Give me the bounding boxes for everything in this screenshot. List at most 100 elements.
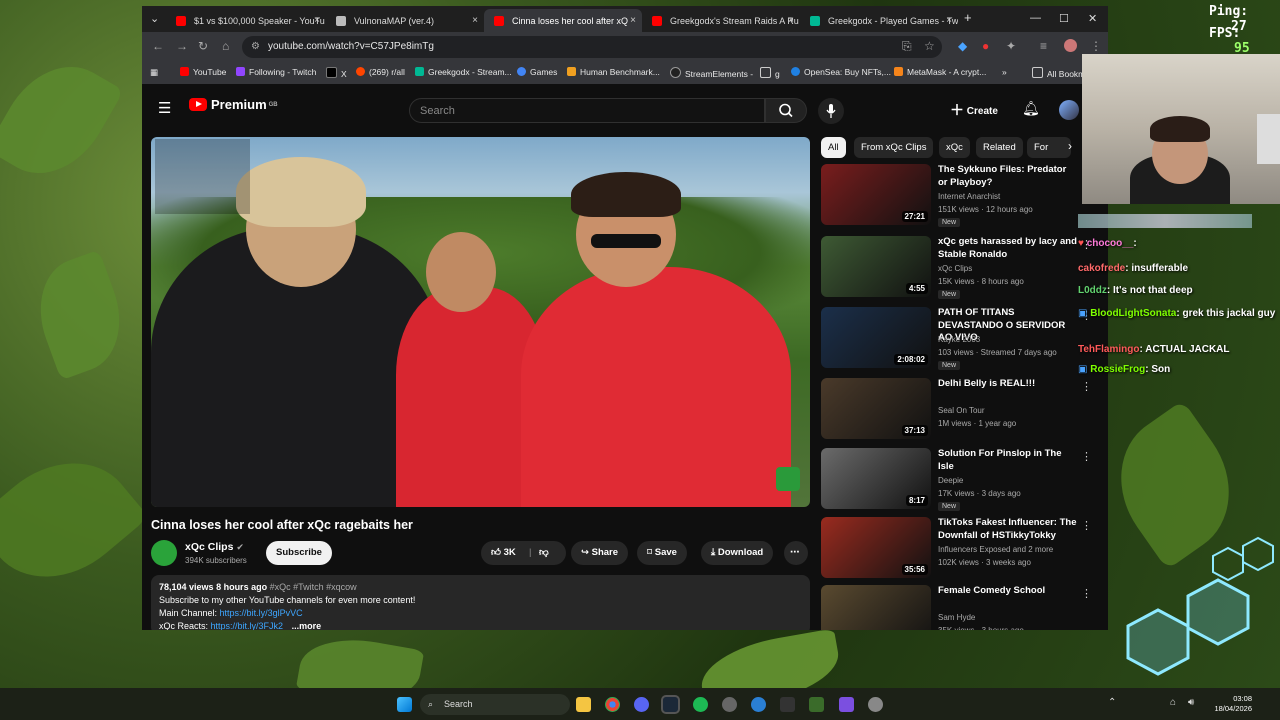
close-icon[interactable]: ×: [314, 15, 320, 26]
chevron-up-icon[interactable]: ⌃: [1108, 697, 1116, 708]
taskbar-search[interactable]: ⌕ Search: [420, 694, 570, 715]
recommended-video[interactable]: 4:55 xQc gets harassed by lacy and Stable…: [821, 236, 1108, 300]
account-avatar[interactable]: [1059, 100, 1079, 120]
recommended-channel[interactable]: Seal On Tour: [938, 406, 985, 415]
recommended-video[interactable]: 35:56 TikToks Fakest Influencer: The Down…: [821, 517, 1108, 581]
youtube-premium-logo[interactable]: Premium GB: [189, 97, 278, 112]
video-thumbnail[interactable]: 4:55: [821, 236, 931, 297]
recommended-video[interactable]: 27:21 The Sykkuno Files: Predator or Play…: [821, 164, 1108, 228]
app-icon[interactable]: [780, 697, 795, 712]
bookmark-twitch[interactable]: Following - Twitch: [236, 67, 316, 77]
video-thumbnail[interactable]: 37:13: [821, 378, 931, 439]
obs-icon[interactable]: [722, 697, 737, 712]
subscribe-button[interactable]: Subscribe: [266, 541, 332, 565]
voice-search-button[interactable]: [818, 98, 844, 124]
recommended-video-title[interactable]: Female Comedy School: [938, 585, 1078, 598]
close-icon[interactable]: ×: [472, 15, 478, 26]
video-description[interactable]: 78,104 views 8 hours ago #xQc #Twitch #x…: [151, 575, 810, 630]
bookmark-folder-g[interactable]: g: [760, 67, 780, 79]
close-icon[interactable]: ×: [946, 15, 952, 26]
media-icon[interactable]: ≡: [1040, 39, 1047, 53]
close-icon[interactable]: ×: [788, 15, 794, 26]
chevron-right-icon[interactable]: ›: [1068, 139, 1072, 153]
apps-icon[interactable]: ▦: [150, 67, 158, 78]
video-thumbnail[interactable]: 27:21: [821, 164, 931, 225]
recommended-video[interactable]: 37:13 Delhi Belly is REAL!!! Seal On Tour 1…: [821, 378, 1108, 442]
more-vertical-icon[interactable]: ⋮: [1081, 587, 1092, 600]
notifications-bell-icon[interactable]: 🔔︎: [1022, 100, 1040, 117]
hashtags[interactable]: #xQc #Twitch #xqcow: [270, 582, 357, 592]
tab-youtube-speaker[interactable]: $1 vs $100,000 Speaker - YouTu ×: [166, 9, 326, 32]
close-icon[interactable]: ×: [630, 15, 636, 26]
chip-xqc[interactable]: xQc: [939, 137, 970, 158]
like-button[interactable]: 👍︎ 3K: [491, 547, 516, 558]
channel-watermark-icon[interactable]: [776, 467, 800, 491]
recommended-channel[interactable]: Kayke 2003: [938, 335, 980, 344]
bookmark-metamask[interactable]: MetaMask - A crypt...: [894, 67, 986, 77]
maximize-button[interactable]: ☐: [1059, 12, 1069, 25]
recommended-video-title[interactable]: Solution For Pinslop in The Isle: [938, 448, 1078, 473]
extensions-icon[interactable]: ✦: [1006, 39, 1016, 53]
chip-for-you[interactable]: For: [1027, 137, 1071, 158]
steam-icon[interactable]: [661, 695, 680, 714]
recommended-video-title[interactable]: Delhi Belly is REAL!!!: [938, 378, 1078, 391]
extension-icon[interactable]: ◆: [958, 39, 967, 53]
bookmark-games[interactable]: Games: [517, 67, 557, 77]
tab-greekgodx-games[interactable]: Greekgodx - Played Games - Tw ×: [800, 9, 958, 32]
app-icon[interactable]: [751, 697, 766, 712]
more-actions-button[interactable]: ⋯: [784, 541, 808, 565]
bookmark-youtube[interactable]: YouTube: [180, 67, 226, 77]
bookmark-star-icon[interactable]: ☆: [924, 39, 935, 53]
more-vertical-icon[interactable]: ⋮: [1081, 380, 1092, 393]
recommended-channel[interactable]: Influencers Exposed and 2 more: [938, 545, 1053, 554]
chip-related[interactable]: Related: [976, 137, 1023, 158]
more-bookmarks-button[interactable]: »: [1002, 67, 1007, 77]
recommended-video-title[interactable]: The Sykkuno Files: Predator or Playboy?: [938, 164, 1078, 189]
bookmark-opensea[interactable]: OpenSea: Buy NFTs,...: [791, 67, 891, 77]
save-button[interactable]: ⌑ Save: [637, 541, 687, 565]
hamburger-menu-icon[interactable]: ☰: [158, 99, 171, 117]
channel-avatar[interactable]: [151, 540, 177, 566]
back-icon[interactable]: ←: [152, 39, 164, 53]
tab-search-icon[interactable]: ⌄: [150, 12, 159, 25]
profile-avatar[interactable]: [1064, 39, 1077, 52]
recommended-channel[interactable]: xQc Clips: [938, 264, 972, 273]
settings-gear-icon[interactable]: [868, 697, 883, 712]
search-input[interactable]: Search: [409, 98, 765, 123]
chrome-icon[interactable]: [605, 697, 620, 712]
extension-icon[interactable]: ●: [982, 39, 989, 53]
menu-icon[interactable]: ⋮: [1090, 39, 1102, 53]
new-tab-button[interactable]: +: [964, 10, 972, 25]
more-vertical-icon[interactable]: ⋮: [1081, 519, 1092, 532]
windows-start-icon[interactable]: [397, 697, 412, 712]
recommended-channel[interactable]: Deepie: [938, 476, 963, 485]
calculator-icon[interactable]: [839, 697, 854, 712]
channel-name[interactable]: xQc Clips ✔: [185, 541, 244, 553]
recommended-video-title[interactable]: TikToks Fakest Influencer: The Downfall …: [938, 517, 1078, 542]
reacts-channel-link[interactable]: https://bit.ly/3FJk2: [211, 621, 284, 630]
recommended-video[interactable]: Female Comedy School Sam Hyde 35K views · …: [821, 585, 1108, 630]
main-channel-link[interactable]: https://bit.ly/3glPvVC: [220, 608, 303, 618]
search-button[interactable]: [765, 98, 807, 123]
recommended-video-title[interactable]: xQc gets harassed by lacy and Stable Ron…: [938, 236, 1078, 261]
video-thumbnail[interactable]: 35:56: [821, 517, 931, 578]
bookmark-x[interactable]: X: [326, 67, 347, 79]
video-thumbnail[interactable]: 8:17: [821, 448, 931, 509]
bookmark-human-benchmark[interactable]: Human Benchmark...: [567, 67, 660, 77]
video-thumbnail[interactable]: [821, 585, 931, 630]
chip-all[interactable]: All: [821, 137, 846, 158]
game-icon[interactable]: [809, 697, 824, 712]
volume-icon[interactable]: 🔊︎: [1188, 697, 1194, 708]
recommended-channel[interactable]: Sam Hyde: [938, 613, 975, 622]
tab-cinna-video[interactable]: Cinna loses her cool after xQ ×: [484, 9, 642, 32]
share-button[interactable]: ↪ Share: [571, 541, 629, 565]
dislike-button[interactable]: 👎︎: [539, 541, 549, 565]
forward-icon[interactable]: →: [176, 39, 188, 53]
create-button[interactable]: ＋ Create: [950, 100, 998, 120]
all-bookmarks[interactable]: All Bookm: [1032, 67, 1085, 79]
home-icon[interactable]: ⌂: [222, 39, 229, 53]
more-vertical-icon[interactable]: ⋮: [1081, 450, 1092, 463]
tab-vulnonamap[interactable]: VulnonaMAP (ver.4) ×: [326, 9, 484, 32]
system-clock[interactable]: 03:08 18/04/2026: [1214, 694, 1252, 714]
recommended-channel[interactable]: Internet Anarchist: [938, 192, 1000, 201]
